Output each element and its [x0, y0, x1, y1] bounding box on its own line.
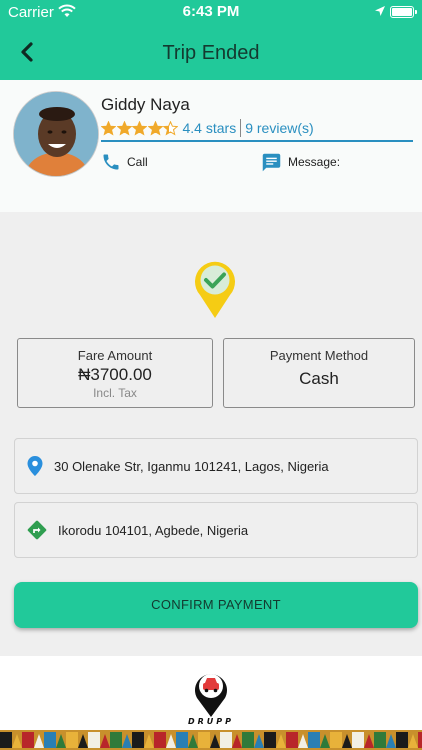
- clock: 6:43 PM: [182, 3, 240, 20]
- star-icon: [132, 120, 147, 135]
- pickup-address: 30 Olenake Str, Iganmu 101241, Lagos, Ni…: [14, 438, 418, 494]
- message-icon: [262, 153, 281, 171]
- star-icon: [116, 120, 132, 135]
- avatar: [13, 91, 99, 177]
- rating-row: 4.4 stars 9 review(s): [101, 118, 314, 138]
- battery-icon: [390, 6, 417, 18]
- dropoff-address-text: Ikorodu 104101, Agbede, Nigeria: [58, 522, 249, 538]
- star-icon: [163, 120, 178, 135]
- message-label: Message:: [288, 155, 341, 169]
- status-bar: Carrier 6:43 PM: [0, 0, 422, 24]
- location-arrow-icon: [375, 6, 385, 16]
- driver-name: Giddy Naya: [101, 95, 190, 114]
- star-icon: [101, 120, 116, 135]
- call-label: Call: [127, 155, 148, 169]
- fare-amount-box: Fare Amount ₦3700.00 Incl. Tax: [17, 338, 213, 408]
- drupp-logo-text: DRUPP: [187, 717, 235, 726]
- call-button[interactable]: Call: [101, 150, 148, 174]
- phone-icon: [103, 154, 119, 170]
- driver-card: Giddy Naya 4.4 stars 9 review(s) Call Me…: [0, 80, 422, 212]
- confirm-payment-button[interactable]: CONFIRM PAYMENT: [14, 582, 418, 628]
- footer: DRUPP: [0, 656, 422, 750]
- star-icon: [147, 120, 163, 135]
- fare-amount-label: Fare Amount: [77, 348, 153, 363]
- reviews-link[interactable]: 9 review(s): [245, 120, 313, 136]
- pickup-address-text: 30 Olenake Str, Iganmu 101241, Lagos, Ni…: [54, 458, 329, 474]
- payment-method-value: Cash: [299, 369, 339, 388]
- message-button[interactable]: Message:: [261, 150, 340, 174]
- check-marker-icon: [195, 261, 235, 318]
- payment-method-box: Payment Method Cash: [223, 338, 415, 408]
- fare-amount-value: ₦3700.00: [78, 365, 152, 384]
- rating-text: 4.4 stars: [182, 120, 237, 136]
- nav-bar: Trip Ended: [0, 24, 422, 80]
- page-title: Trip Ended: [162, 42, 260, 64]
- fare-tax-note: Incl. Tax: [93, 386, 137, 400]
- location-pin-icon: [27, 456, 43, 476]
- star-rating: [101, 120, 179, 136]
- drupp-logo-icon: [195, 674, 227, 717]
- decorative-pattern: [0, 730, 422, 750]
- rating-separator: [240, 119, 242, 137]
- dropoff-address: Ikorodu 104101, Agbede, Nigeria: [14, 502, 418, 558]
- payment-method-label: Payment Method: [269, 348, 369, 363]
- divider: [101, 140, 413, 142]
- directions-icon: [27, 520, 47, 540]
